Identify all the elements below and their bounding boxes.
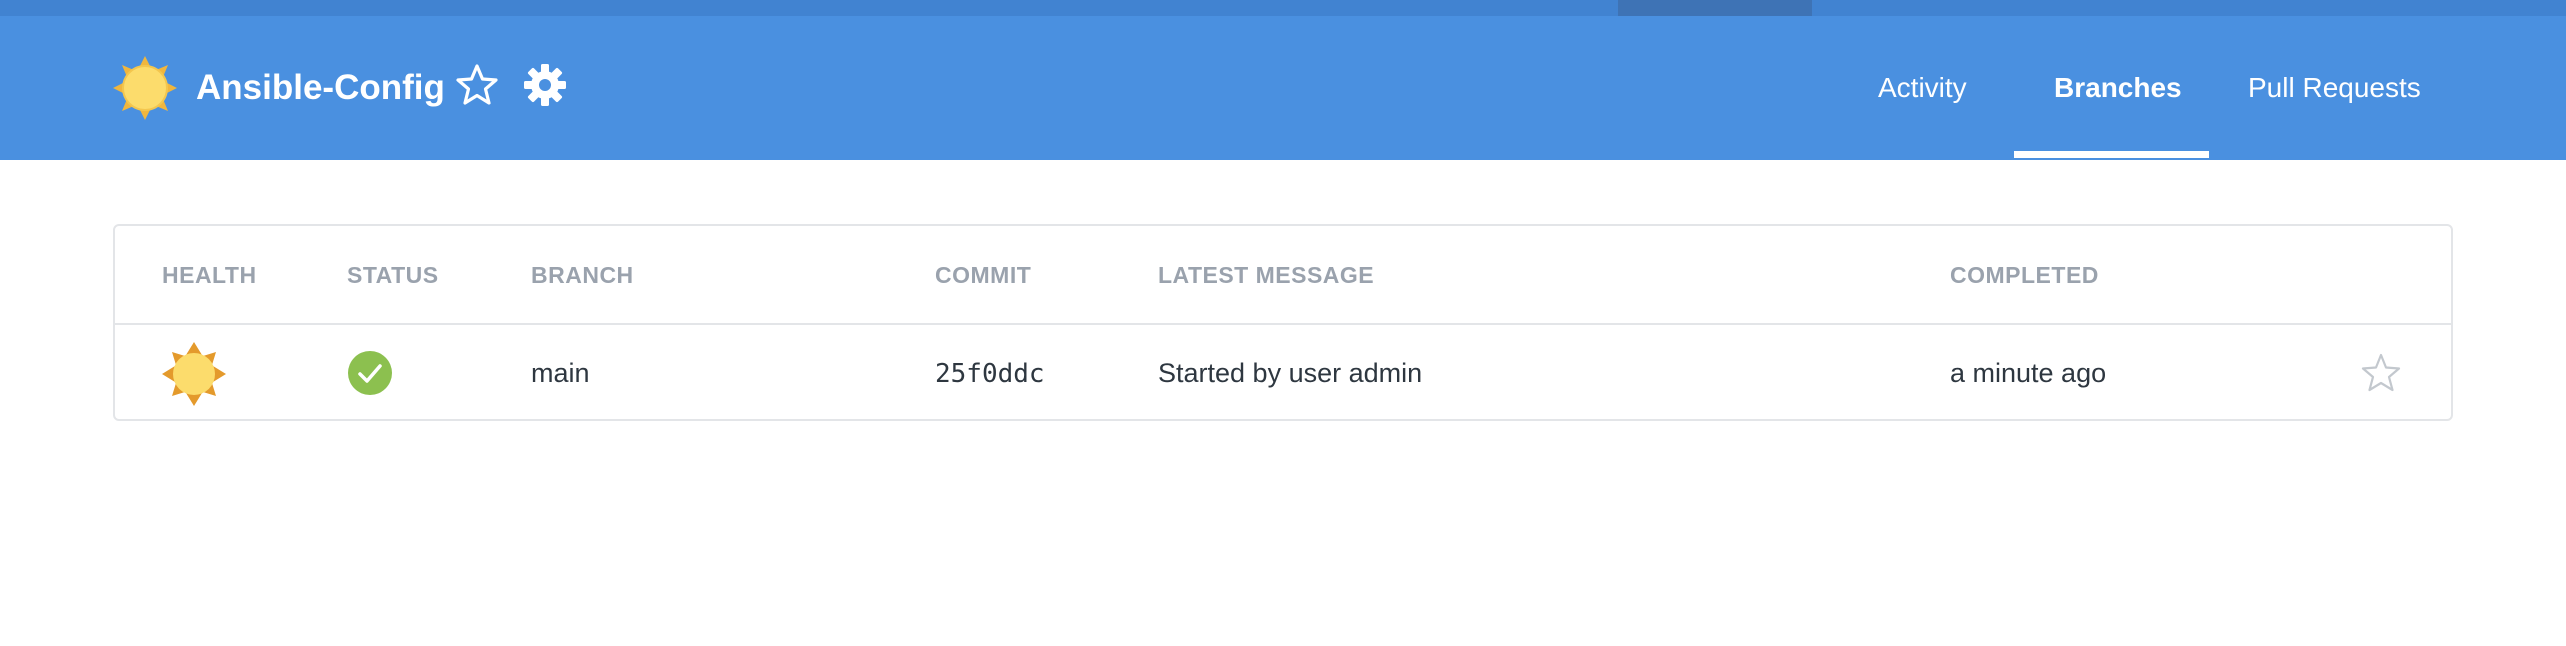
tab-branches[interactable]: Branches [2054,70,2182,106]
column-header-latest-message: LATEST MESSAGE [1158,262,1375,288]
latest-message: Started by user admin [1158,358,1423,388]
column-header-health: HEALTH [162,262,257,288]
star-outline-icon[interactable] [454,62,500,108]
tab-activity[interactable]: Activity [1878,70,1967,106]
success-check-icon [348,351,392,395]
star-outline-icon[interactable] [2360,352,2402,394]
column-header-commit: COMMIT [935,262,1032,288]
top-strip-segment [1618,0,1812,16]
commit-id[interactable]: 25f0ddc [935,357,1045,391]
pipeline-title[interactable]: Ansible-Config [196,68,445,108]
column-header-status: STATUS [347,262,439,288]
weather-sunny-icon [162,342,226,406]
header-divider [115,323,2451,325]
column-header-completed: COMPLETED [1950,262,2099,288]
completed-time: a minute ago [1950,358,2107,388]
branches-table: HEALTH STATUS BRANCH COMMIT LATEST MESSA… [113,224,2453,421]
pipeline-header: Ansible-Config Activity Branches Pull Re… [0,16,2566,160]
top-progress-strip [0,0,2566,16]
gear-icon[interactable] [522,62,568,108]
branch-name[interactable]: main [531,356,590,390]
column-header-branch: BRANCH [531,262,634,288]
tab-pull-requests[interactable]: Pull Requests [2248,70,2421,106]
active-tab-indicator [2014,151,2209,158]
weather-sunny-icon [113,56,177,120]
